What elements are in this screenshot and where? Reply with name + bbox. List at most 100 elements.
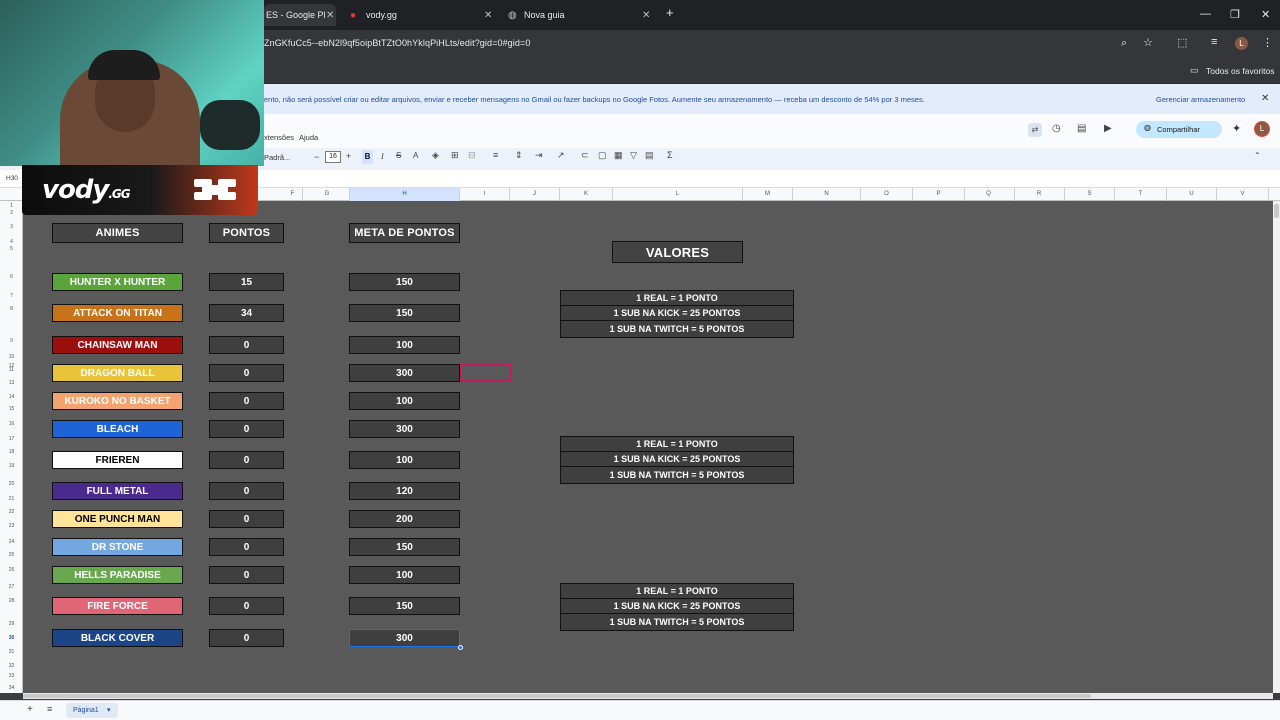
anime-goal-cell[interactable]: 100	[349, 566, 460, 584]
row-header[interactable]: 3	[0, 224, 23, 230]
anime-name-cell[interactable]: FIRE FORCE	[52, 597, 183, 615]
column-header-u[interactable]: U	[1167, 188, 1217, 201]
all-sheets-icon[interactable]: ≡	[47, 704, 52, 714]
minimize-icon[interactable]: —	[1200, 8, 1211, 20]
row-header[interactable]: 23	[0, 523, 23, 529]
row-header[interactable]: 16	[0, 421, 23, 427]
column-header-i[interactable]: I	[460, 188, 510, 201]
share-button[interactable]: ◍ Compartilhar	[1136, 121, 1222, 138]
column-header-p[interactable]: P	[913, 188, 965, 201]
anime-points-cell[interactable]: 0	[209, 538, 284, 556]
column-header-t[interactable]: T	[1115, 188, 1167, 201]
anime-points-cell[interactable]: 0	[209, 482, 284, 500]
column-header-n[interactable]: N	[793, 188, 861, 201]
account-avatar[interactable]: L	[1254, 121, 1270, 137]
anime-goal-cell[interactable]: 200	[349, 510, 460, 528]
anime-points-cell[interactable]: 0	[209, 392, 284, 410]
italic-icon[interactable]: I	[381, 151, 384, 161]
column-header-h[interactable]: H	[350, 188, 460, 201]
column-header-s[interactable]: S	[1065, 188, 1115, 201]
row-header[interactable]: 31	[0, 649, 23, 655]
anime-name-cell[interactable]: ATTACK ON TITAN	[52, 304, 183, 322]
anime-name-cell[interactable]: DR STONE	[52, 538, 183, 556]
tab-vody[interactable]: ● vody.gg ✕	[348, 4, 498, 26]
zoom-icon[interactable]: ⌕	[1121, 37, 1127, 50]
anime-goal-cell[interactable]: 100	[349, 392, 460, 410]
column-header-v[interactable]: V	[1217, 188, 1269, 201]
name-box[interactable]: H30	[6, 175, 18, 182]
row-header[interactable]: 7	[0, 293, 23, 299]
extensions-icon[interactable]: ⬚	[1177, 36, 1187, 49]
row-header[interactable]: 8	[0, 306, 23, 312]
strikethrough-icon[interactable]: S	[396, 151, 401, 160]
close-icon[interactable]: ✕	[326, 10, 334, 21]
sheet-tab[interactable]: Página1 ▾	[66, 703, 118, 718]
anime-goal-cell[interactable]: 150	[349, 597, 460, 615]
column-header-f[interactable]: F	[283, 188, 303, 201]
selected-cell[interactable]	[349, 629, 460, 647]
header-valores[interactable]: VALORES	[612, 241, 743, 263]
row-header[interactable]: 25	[0, 552, 23, 558]
menu-extensions[interactable]: xtensões	[264, 133, 294, 142]
align-icon[interactable]: ≡	[493, 150, 498, 160]
row-header[interactable]: 29	[0, 621, 23, 627]
anime-points-cell[interactable]: 0	[209, 364, 284, 382]
new-tab-icon[interactable]: +	[666, 5, 674, 20]
row-header[interactable]: 13	[0, 380, 23, 386]
row-header[interactable]: 19	[0, 463, 23, 469]
slicer-icon[interactable]: ⇄	[1028, 123, 1042, 137]
anime-goal-cell[interactable]: 300	[349, 364, 460, 382]
row-header[interactable]: 26	[0, 567, 23, 573]
row-header[interactable]: 4	[0, 239, 23, 245]
anime-name-cell[interactable]: HELLS PARADISE	[52, 566, 183, 584]
anime-name-cell[interactable]: BLACK COVER	[52, 629, 183, 647]
history-icon[interactable]: ◷	[1052, 123, 1061, 134]
add-sheet-icon[interactable]: +	[27, 704, 33, 715]
anime-points-cell[interactable]: 0	[209, 336, 284, 354]
anime-name-cell[interactable]: KUROKO NO BASKET	[52, 392, 183, 410]
valores-box[interactable]: 1 REAL = 1 PONTO 1 SUB NA KICK = 25 PONT…	[560, 290, 794, 338]
row-header[interactable]: 28	[0, 598, 23, 604]
fill-color-icon[interactable]: ◈	[432, 150, 439, 161]
column-header-k[interactable]: K	[560, 188, 613, 201]
anime-points-cell[interactable]: 15	[209, 273, 284, 291]
profile-avatar[interactable]: L	[1235, 37, 1248, 50]
column-header-r[interactable]: R	[1014, 188, 1065, 201]
bold-icon[interactable]: B	[362, 150, 373, 164]
all-bookmarks-link[interactable]: Todos os favoritos	[1206, 66, 1275, 76]
link-icon[interactable]: ⊂	[581, 150, 589, 161]
anime-goal-cell[interactable]: 150	[349, 304, 460, 322]
menu-help[interactable]: Ajuda	[299, 133, 318, 142]
close-icon[interactable]: ✕	[642, 10, 650, 21]
font-family-select[interactable]: Padrã...	[264, 153, 290, 162]
column-header-q[interactable]: Q	[963, 188, 1015, 201]
font-size-input[interactable]: 16	[325, 151, 341, 163]
borders-icon[interactable]: ⊞	[451, 150, 459, 161]
vertical-scrollbar[interactable]	[1273, 201, 1280, 693]
row-header[interactable]: 18	[0, 449, 23, 455]
row-header[interactable]: 24	[0, 539, 23, 545]
row-header[interactable]: 34	[0, 685, 23, 691]
row-header[interactable]: 20	[0, 481, 23, 487]
star-icon[interactable]: ☆	[1143, 36, 1153, 49]
row-header[interactable]: 32	[0, 663, 23, 669]
comment-add-icon[interactable]: ▢	[598, 150, 607, 161]
wrap-icon[interactable]: ⇥	[535, 150, 543, 161]
chart-icon[interactable]: ▦	[614, 150, 623, 161]
merge-icon[interactable]: ⊟	[468, 150, 476, 161]
tab-search-icon[interactable]: ≡	[1211, 36, 1217, 48]
close-banner-icon[interactable]: ✕	[1261, 93, 1269, 104]
anime-goal-cell[interactable]: 150	[349, 273, 460, 291]
filter-views-icon[interactable]: ▤	[645, 150, 654, 161]
row-header[interactable]: 10	[0, 354, 23, 360]
anime-name-cell[interactable]: DRAGON BALL	[52, 364, 183, 382]
anime-points-cell[interactable]: 34	[209, 304, 284, 322]
gemini-icon[interactable]: ✦	[1232, 122, 1241, 135]
tab-google-sheets[interactable]: ES - Google Pl ✕	[264, 4, 336, 26]
row-header[interactable]: 30	[0, 635, 23, 641]
menu-icon[interactable]: ⋮	[1262, 36, 1273, 49]
anime-goal-cell[interactable]: 100	[349, 336, 460, 354]
anime-points-cell[interactable]: 0	[209, 597, 284, 615]
row-header[interactable]: 6	[0, 274, 23, 280]
increase-font-icon[interactable]: +	[346, 151, 351, 161]
